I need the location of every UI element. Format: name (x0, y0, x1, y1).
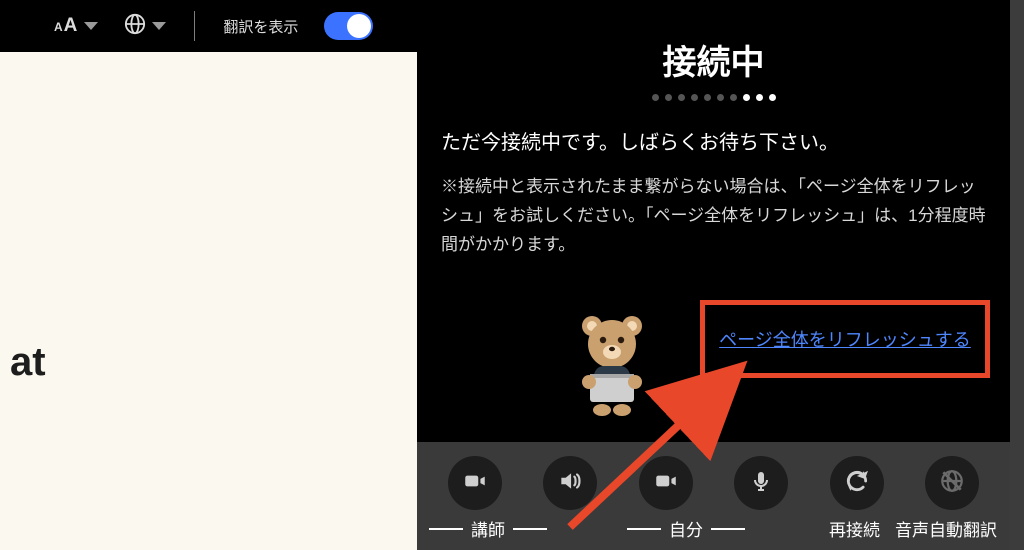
refresh-page-link[interactable]: ページ全体をリフレッシュする (719, 326, 971, 352)
self-mic-button[interactable] (734, 456, 788, 510)
connection-panel: 接続中 ただ今接続中です。しばらくお待ち下さい。 ※接続中と表示されたまま繋がら… (417, 0, 1010, 550)
refresh-highlight-box: ページ全体をリフレッシュする (700, 300, 990, 378)
reconnect-button[interactable] (830, 456, 884, 510)
bear-mascot (562, 308, 662, 418)
text-size-icon: AA (54, 15, 78, 37)
document-text-fragment: at (10, 340, 46, 385)
auto-translate-label: 音声自動翻訳 (895, 516, 997, 541)
translate-toggle[interactable] (324, 12, 373, 40)
globe-off-icon (939, 468, 965, 499)
self-group-label: 自分 (669, 516, 703, 541)
language-button[interactable] (124, 13, 166, 39)
connecting-note: ※接続中と表示されたまま繋がらない場合は、「ページ全体をリフレッシュ」をお試しく… (417, 173, 1010, 260)
self-video-button[interactable] (639, 456, 693, 510)
teacher-audio-button[interactable] (543, 456, 597, 510)
chevron-down-icon (152, 22, 166, 30)
connecting-title: 接続中 (417, 35, 1010, 84)
video-icon (653, 468, 679, 499)
control-bar: 講師 自分 再接続 音声自動翻訳 (417, 442, 1010, 550)
window-edge (1010, 0, 1024, 550)
document-area: at (0, 52, 417, 550)
auto-translate-button[interactable] (925, 456, 979, 510)
chevron-down-icon (84, 22, 98, 30)
reconnect-label: 再接続 (829, 516, 880, 541)
teacher-group-label: 講師 (471, 516, 505, 541)
text-size-button[interactable]: AA (54, 15, 98, 37)
video-icon (462, 468, 488, 499)
globe-icon (124, 13, 146, 39)
connecting-message: ただ今接続中です。しばらくお待ち下さい。 (417, 127, 1010, 173)
loading-dots (417, 94, 1010, 101)
mic-icon (749, 469, 773, 498)
divider (194, 11, 195, 41)
teacher-video-button[interactable] (448, 456, 502, 510)
refresh-icon (844, 468, 870, 499)
reader-toolbar: AA 翻訳を表示 (0, 0, 417, 52)
translate-toggle-label: 翻訳を表示 (223, 16, 298, 37)
speaker-icon (557, 468, 583, 499)
